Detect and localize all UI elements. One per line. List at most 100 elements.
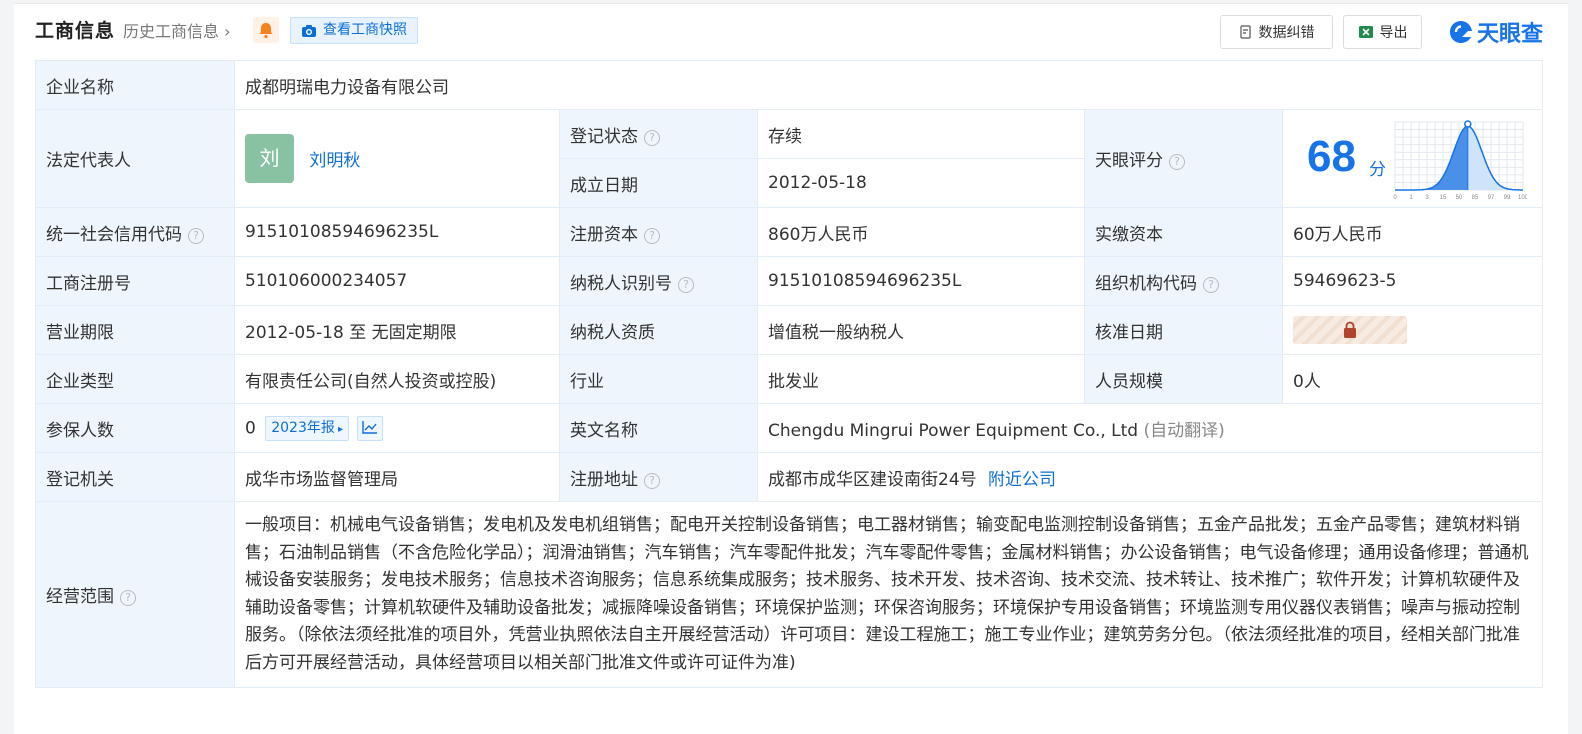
camera-icon [302, 24, 316, 37]
tick-label: 50 [1456, 195, 1463, 201]
scope-label-cell: 经营范围? [35, 501, 235, 688]
help-icon[interactable]: ? [678, 276, 694, 293]
tianyancha-logo: 天眼查 [1447, 16, 1543, 48]
table-row: 企业类型 有限责任公司(自然人投资或控股) 行业 批发业 人员规模 0人 [35, 354, 1543, 404]
caret-right-icon: ▸ [334, 423, 344, 435]
english-name: Chengdu Mingrui Power Equipment Co., Ltd [768, 420, 1139, 441]
approved-date-label: 核准日期 [1084, 305, 1283, 355]
address-label-cell: 注册地址? [559, 452, 758, 502]
type-label: 企业类型 [35, 354, 235, 404]
score-cell[interactable]: 68 分 0 1 3 15 50 85 97 99 100 [1282, 109, 1543, 208]
tick-label: 99 [1504, 195, 1511, 201]
tick-label: 85 [1472, 195, 1479, 201]
company-type: 有限责任公司(自然人投资或控股) [234, 354, 560, 404]
founded-label: 成立日期 [559, 158, 758, 208]
help-icon[interactable]: ? [1169, 154, 1185, 170]
taxpayer-qual: 增值税一般纳税人 [757, 305, 1085, 355]
english-name-label: 英文名称 [559, 403, 758, 453]
industry: 批发业 [757, 354, 1085, 404]
insured-cell: 0 2023年报 ▸ [234, 403, 560, 453]
reg-capital-label-cell: 注册资本? [559, 207, 758, 257]
help-icon[interactable]: ? [644, 227, 660, 244]
lock-icon [1344, 321, 1356, 338]
locked-value[interactable] [1293, 316, 1407, 344]
nearby-companies-link[interactable]: 附近公司 [988, 470, 1056, 490]
score-distribution-chart: 0 1 3 15 50 85 97 99 100 [1393, 120, 1527, 201]
company-name-label: 企业名称 [35, 60, 235, 110]
term: 2012-05-18 至 无固定期限 [234, 305, 560, 355]
trend-chart-button[interactable] [357, 415, 384, 441]
business-scope: 一般项目：机械电气设备销售；发电机及发电机组销售；配电开关控制设备销售；电工器材… [234, 501, 1543, 688]
score-unit: 分 [1369, 160, 1386, 180]
score-label-cell: 天眼评分? [1084, 109, 1283, 208]
biz-reg-no-label: 工商注册号 [35, 256, 235, 306]
business-info-table: 企业名称 成都明瑞电力设备有限公司 法定代表人 刘 刘明秋 登记状态? 存续 天… [35, 60, 1543, 688]
help-icon[interactable]: ? [188, 227, 204, 244]
reg-status-label-cell: 登记状态? [559, 109, 758, 159]
logo-icon [1449, 21, 1472, 43]
address: 成都市成华区建设南街24号 [768, 469, 977, 490]
founded-date: 2012-05-18 [757, 158, 1085, 208]
monitor-bell-button[interactable] [253, 17, 279, 43]
legal-rep-label: 法定代表人 [35, 109, 235, 208]
auto-translate-note: (自动翻译) [1143, 420, 1225, 441]
address-cell: 成都市成华区建设南街24号 附近公司 [757, 452, 1543, 502]
credit-code-label-cell: 统一社会信用代码? [35, 207, 235, 257]
paid-capital-label: 实缴资本 [1084, 207, 1283, 257]
help-icon[interactable]: ? [644, 129, 660, 146]
taxpayer-id: 91510108594696235L [757, 256, 1085, 306]
score-marker [1464, 120, 1472, 128]
snapshot-label: 查看工商快照 [323, 22, 407, 38]
section-title: 工商信息 [35, 20, 116, 42]
table-row: 统一社会信用代码? 91510108594696235L 注册资本? 860万人… [35, 207, 1543, 257]
snapshot-button[interactable]: 查看工商快照 [290, 17, 418, 44]
chevron-right-icon: › [224, 22, 231, 41]
paid-capital: 60万人民币 [1282, 207, 1543, 257]
taxpayer-id-label-cell: 纳税人识别号? [559, 256, 758, 306]
reg-status: 存续 [757, 109, 1085, 159]
line-chart-icon [362, 420, 378, 434]
history-link[interactable]: 历史工商信息 › [123, 18, 231, 42]
reg-capital: 860万人民币 [757, 207, 1085, 257]
credit-code: 91510108594696235L [234, 207, 560, 257]
bell-icon [259, 23, 273, 39]
insured-label: 参保人数 [35, 403, 235, 453]
section-header: 工商信息 历史工商信息 › 查看工商快照 数据纠错 导出 天眼查 [35, 14, 1543, 49]
term-label: 营业期限 [35, 305, 235, 355]
authority-label: 登记机关 [35, 452, 235, 502]
insured-count: 0 [245, 418, 256, 438]
avatar[interactable]: 刘 [245, 134, 294, 183]
export-button[interactable]: 导出 [1343, 15, 1422, 49]
industry-label: 行业 [559, 354, 758, 404]
legal-rep-cell: 刘 刘明秋 [234, 109, 560, 208]
table-row: 营业期限 2012-05-18 至 无固定期限 纳税人资质 增值税一般纳税人 核… [35, 305, 1543, 355]
annual-report-tag[interactable]: 2023年报 ▸ [265, 415, 350, 441]
table-row: 登记机关 成华市场监督管理局 注册地址? 成都市成华区建设南街24号 附近公司 [35, 452, 1543, 502]
help-icon[interactable]: ? [120, 590, 136, 606]
tick-label: 100 [1518, 195, 1527, 201]
authority: 成华市场监督管理局 [234, 452, 560, 502]
company-name: 成都明瑞电力设备有限公司 [234, 60, 1543, 110]
score-area [1395, 126, 1468, 190]
approved-date-cell [1282, 305, 1543, 355]
table-row: 工商注册号 510106000234057 纳税人识别号? 9151010859… [35, 256, 1543, 306]
help-icon[interactable]: ? [644, 472, 660, 489]
tick-label: 97 [1488, 195, 1495, 201]
table-row: 企业名称 成都明瑞电力设备有限公司 [35, 60, 1543, 110]
taxpayer-qual-label: 纳税人资质 [559, 305, 758, 355]
english-name-cell: Chengdu Mingrui Power Equipment Co., Ltd… [757, 403, 1543, 453]
table-row: 法定代表人 刘 刘明秋 登记状态? 存续 天眼评分? 68 分 0 1 3 15 50 8… [35, 109, 1543, 208]
help-icon[interactable]: ? [1203, 276, 1219, 293]
data-correction-button[interactable]: 数据纠错 [1220, 15, 1333, 49]
biz-reg-no: 510106000234057 [234, 256, 560, 306]
tick-label: 3 [1425, 195, 1429, 201]
tick-label: 1 [1409, 195, 1413, 201]
table-row: 参保人数 0 2023年报 ▸ 英文名称 Chengdu Mingrui Pow… [35, 403, 1543, 453]
org-code-label-cell: 组织机构代码? [1084, 256, 1283, 306]
tick-label: 15 [1440, 195, 1447, 201]
legal-rep-link[interactable]: 刘明秋 [309, 151, 360, 171]
excel-icon [1358, 26, 1373, 38]
staff-label: 人员规模 [1084, 354, 1283, 404]
staff-size: 0人 [1282, 354, 1543, 404]
score-value: 68 [1307, 132, 1356, 181]
